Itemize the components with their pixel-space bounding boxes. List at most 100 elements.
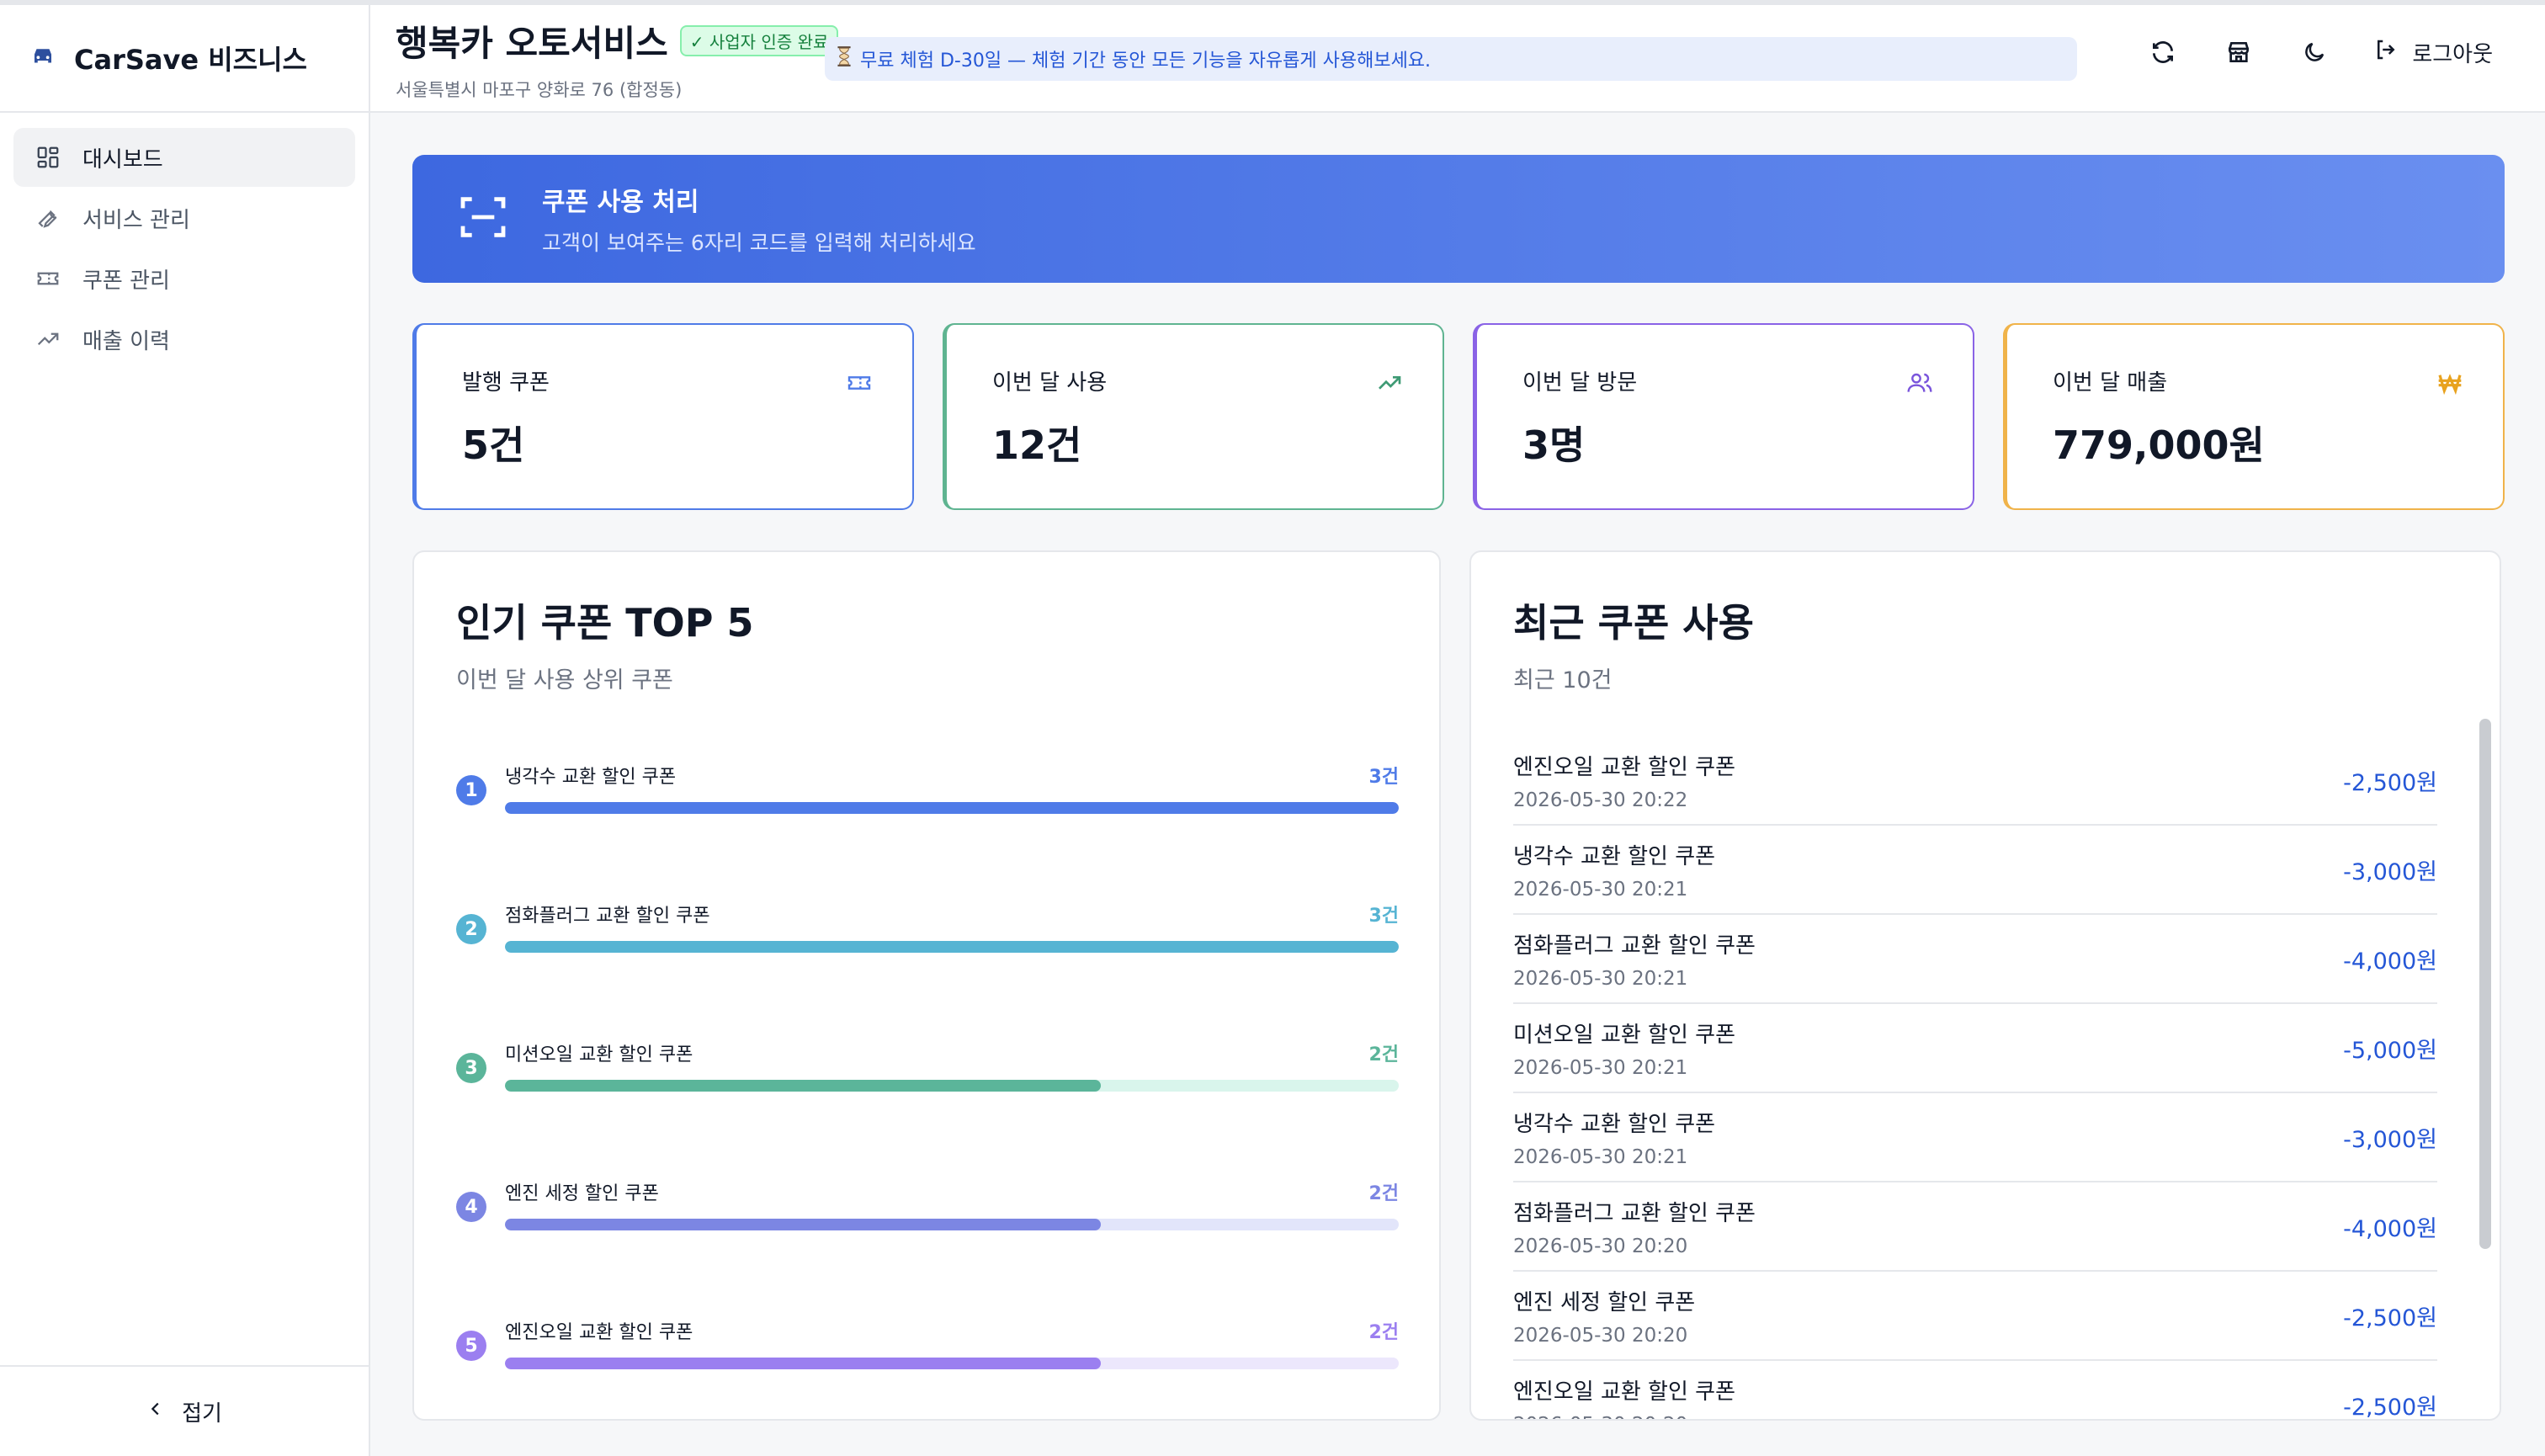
stat-label: 이번 달 방문	[1522, 370, 1638, 396]
brand[interactable]: CarSave 비즈니스	[0, 5, 369, 113]
scrollbar-thumb[interactable]	[2479, 719, 2491, 1249]
content: 쿠폰 사용 처리 고객이 보여주는 6자리 코드를 입력해 처리하세요 발행 쿠…	[370, 113, 2545, 1421]
store-icon[interactable]	[2222, 35, 2255, 69]
stat-label: 발행 쿠폰	[462, 370, 550, 396]
users-icon	[1905, 369, 1934, 397]
wrench-icon	[35, 205, 61, 231]
trial-notice: 무료 체험 D-30일 — 체험 기간 동안 모든 기능을 자유롭게 사용해보세…	[825, 37, 2077, 81]
top-coupons-list: 1 냉각수 교환 할인 쿠폰 3건 2 점화플러그 교환 할인 쿠폰 3건 3 미션오일 교환…	[456, 762, 1399, 1419]
coupon-name: 냉각수 교환 할인 쿠폰	[505, 767, 677, 788]
list-item: 엔진오일 교환 할인 쿠폰 2026-05-30 20:20 -2,500원	[1513, 1361, 2437, 1421]
bar-fill	[505, 1358, 1101, 1369]
usage-time: 2026-05-30 20:21	[1513, 878, 1688, 901]
car-icon	[30, 45, 56, 71]
usage-time: 2026-05-30 20:20	[1513, 1235, 1688, 1257]
usage-time: 2026-05-30 20:21	[1513, 967, 1688, 990]
sidebar-item-sales[interactable]: 매출 이력	[13, 310, 355, 369]
recent-usage-panel: 최근 쿠폰 사용 최근 10건 엔진오일 교환 할인 쿠폰 2026-05-30 …	[1469, 550, 2501, 1421]
collapse-button[interactable]: 접기	[0, 1365, 369, 1456]
scan-icon	[456, 190, 510, 247]
stat-value: 3명	[1522, 422, 1586, 468]
stat-value: 5건	[462, 422, 525, 468]
won-icon	[2436, 369, 2464, 397]
discount-amount: -3,000원	[2343, 1126, 2437, 1153]
bar-track	[505, 802, 1399, 814]
trial-notice-text: 무료 체험 D-30일 — 체험 기간 동안 모든 기능을 자유롭게 사용해보세…	[860, 50, 1432, 72]
discount-amount: -4,000원	[2343, 1215, 2437, 1242]
coupon-name: 냉각수 교환 할인 쿠폰	[1513, 843, 1716, 869]
coupon-name: 미션오일 교환 할인 쿠폰	[1513, 1022, 1735, 1048]
verify-badge: ✓ 사업자 인증 완료	[679, 24, 839, 56]
scrollbar[interactable]	[2479, 719, 2491, 1409]
list-item: 4 엔진 세정 할인 쿠폰 2건	[456, 1178, 1399, 1317]
sidebar-item-coupons[interactable]: 쿠폰 관리	[13, 249, 355, 308]
discount-amount: -4,000원	[2343, 948, 2437, 975]
discount-amount: -5,000원	[2343, 1037, 2437, 1064]
bar-track	[505, 1080, 1399, 1092]
ticket-icon	[35, 266, 61, 291]
bar-track	[505, 1358, 1399, 1369]
rank-badge: 5	[456, 1331, 486, 1361]
coupon-name: 엔진 세정 할인 쿠폰	[505, 1183, 659, 1204]
usage-count: 2건	[1368, 1322, 1399, 1343]
coupon-name: 엔진오일 교환 할인 쿠폰	[505, 1322, 693, 1343]
chevron-left-icon	[146, 1399, 165, 1424]
bar-fill	[505, 1080, 1101, 1092]
top-actions: 로그아웃	[2146, 35, 2493, 69]
main-area: 행복카 오토서비스 ✓ 사업자 인증 완료 서울특별시 마포구 양화로 76 (…	[370, 5, 2545, 1456]
store-name: 행복카 오토서비스	[396, 22, 668, 64]
bar-fill	[505, 802, 1399, 814]
list-item: 냉각수 교환 할인 쿠폰 2026-05-30 20:21 -3,000원	[1513, 826, 2437, 915]
stat-label: 이번 달 사용	[992, 370, 1108, 396]
panel-subtitle: 이번 달 사용 상위 쿠폰	[456, 667, 673, 693]
hourglass-icon	[835, 45, 853, 72]
rank-badge: 2	[456, 914, 486, 944]
stat-card-used: 이번 달 사용 12건	[943, 323, 1444, 510]
logout-label: 로그아웃	[2412, 41, 2493, 67]
usage-count: 3건	[1368, 906, 1399, 927]
refresh-icon[interactable]	[2146, 35, 2180, 69]
moon-icon[interactable]	[2298, 35, 2331, 69]
stat-value: 779,000원	[2053, 422, 2265, 468]
stat-label: 이번 달 매출	[2053, 370, 2168, 396]
sidebar-item-label: 서비스 관리	[82, 207, 190, 233]
stat-card-revenue: 이번 달 매출 779,000원	[2003, 323, 2505, 510]
coupon-name: 점화플러그 교환 할인 쿠폰	[505, 906, 710, 927]
panel-title: 최근 쿠폰 사용	[1513, 600, 1754, 646]
discount-amount: -2,500원	[2343, 1394, 2437, 1421]
coupon-name: 엔진 세정 할인 쿠폰	[1513, 1289, 1696, 1315]
discount-amount: -2,500원	[2343, 1305, 2437, 1331]
collapse-label: 접기	[182, 1400, 222, 1427]
list-item: 5 엔진오일 교환 할인 쿠폰 2건	[456, 1317, 1399, 1419]
stat-value: 12건	[992, 422, 1082, 468]
discount-amount: -3,000원	[2343, 858, 2437, 885]
usage-count: 3건	[1368, 767, 1399, 788]
coupon-redeem-banner[interactable]: 쿠폰 사용 처리 고객이 보여주는 6자리 코드를 입력해 처리하세요	[412, 155, 2505, 283]
topbar: 행복카 오토서비스 ✓ 사업자 인증 완료 서울특별시 마포구 양화로 76 (…	[370, 5, 2545, 113]
dashboard-icon	[35, 145, 61, 170]
top-coupons-panel: 인기 쿠폰 TOP 5 이번 달 사용 상위 쿠폰 1 냉각수 교환 할인 쿠폰 3…	[412, 550, 1441, 1421]
stat-card-issued: 발행 쿠폰 5건	[412, 323, 914, 510]
stat-card-visits: 이번 달 방문 3명	[1473, 323, 1974, 510]
panel-subtitle: 최근 10건	[1513, 667, 1613, 693]
usage-count: 2건	[1368, 1183, 1399, 1204]
usage-time: 2026-05-30 20:20	[1513, 1414, 1735, 1420]
logout-button[interactable]: 로그아웃	[2373, 37, 2493, 68]
coupon-name: 냉각수 교환 할인 쿠폰	[1513, 1111, 1716, 1137]
list-item: 2 점화플러그 교환 할인 쿠폰 3건	[456, 901, 1399, 1039]
store-address: 서울특별시 마포구 양화로 76 (합정동)	[396, 79, 683, 100]
discount-amount: -2,500원	[2343, 769, 2437, 796]
list-item: 점화플러그 교환 할인 쿠폰 2026-05-30 20:21 -4,000원	[1513, 915, 2437, 1004]
stats-row: 발행 쿠폰 5건 이번 달 사용 12건 이번 달 방문 3명 이번 달 매출 …	[412, 323, 2505, 510]
ticket-icon	[845, 369, 874, 397]
usage-time: 2026-05-30 20:21	[1513, 1056, 1688, 1079]
rank-badge: 1	[456, 775, 486, 805]
coupon-name: 점화플러그 교환 할인 쿠폰	[1513, 933, 1756, 959]
coupon-name: 엔진오일 교환 할인 쿠폰	[1513, 1379, 1735, 1405]
coupon-name: 점화플러그 교환 할인 쿠폰	[1513, 1200, 1756, 1226]
sidebar-item-dashboard[interactable]: 대시보드	[13, 128, 355, 187]
list-item: 점화플러그 교환 할인 쿠폰 2026-05-30 20:20 -4,000원	[1513, 1182, 2437, 1272]
store-info: 행복카 오토서비스 ✓ 사업자 인증 완료 서울특별시 마포구 양화로 76 (…	[396, 15, 839, 102]
trending-up-icon	[1375, 369, 1404, 397]
sidebar-item-services[interactable]: 서비스 관리	[13, 189, 355, 247]
